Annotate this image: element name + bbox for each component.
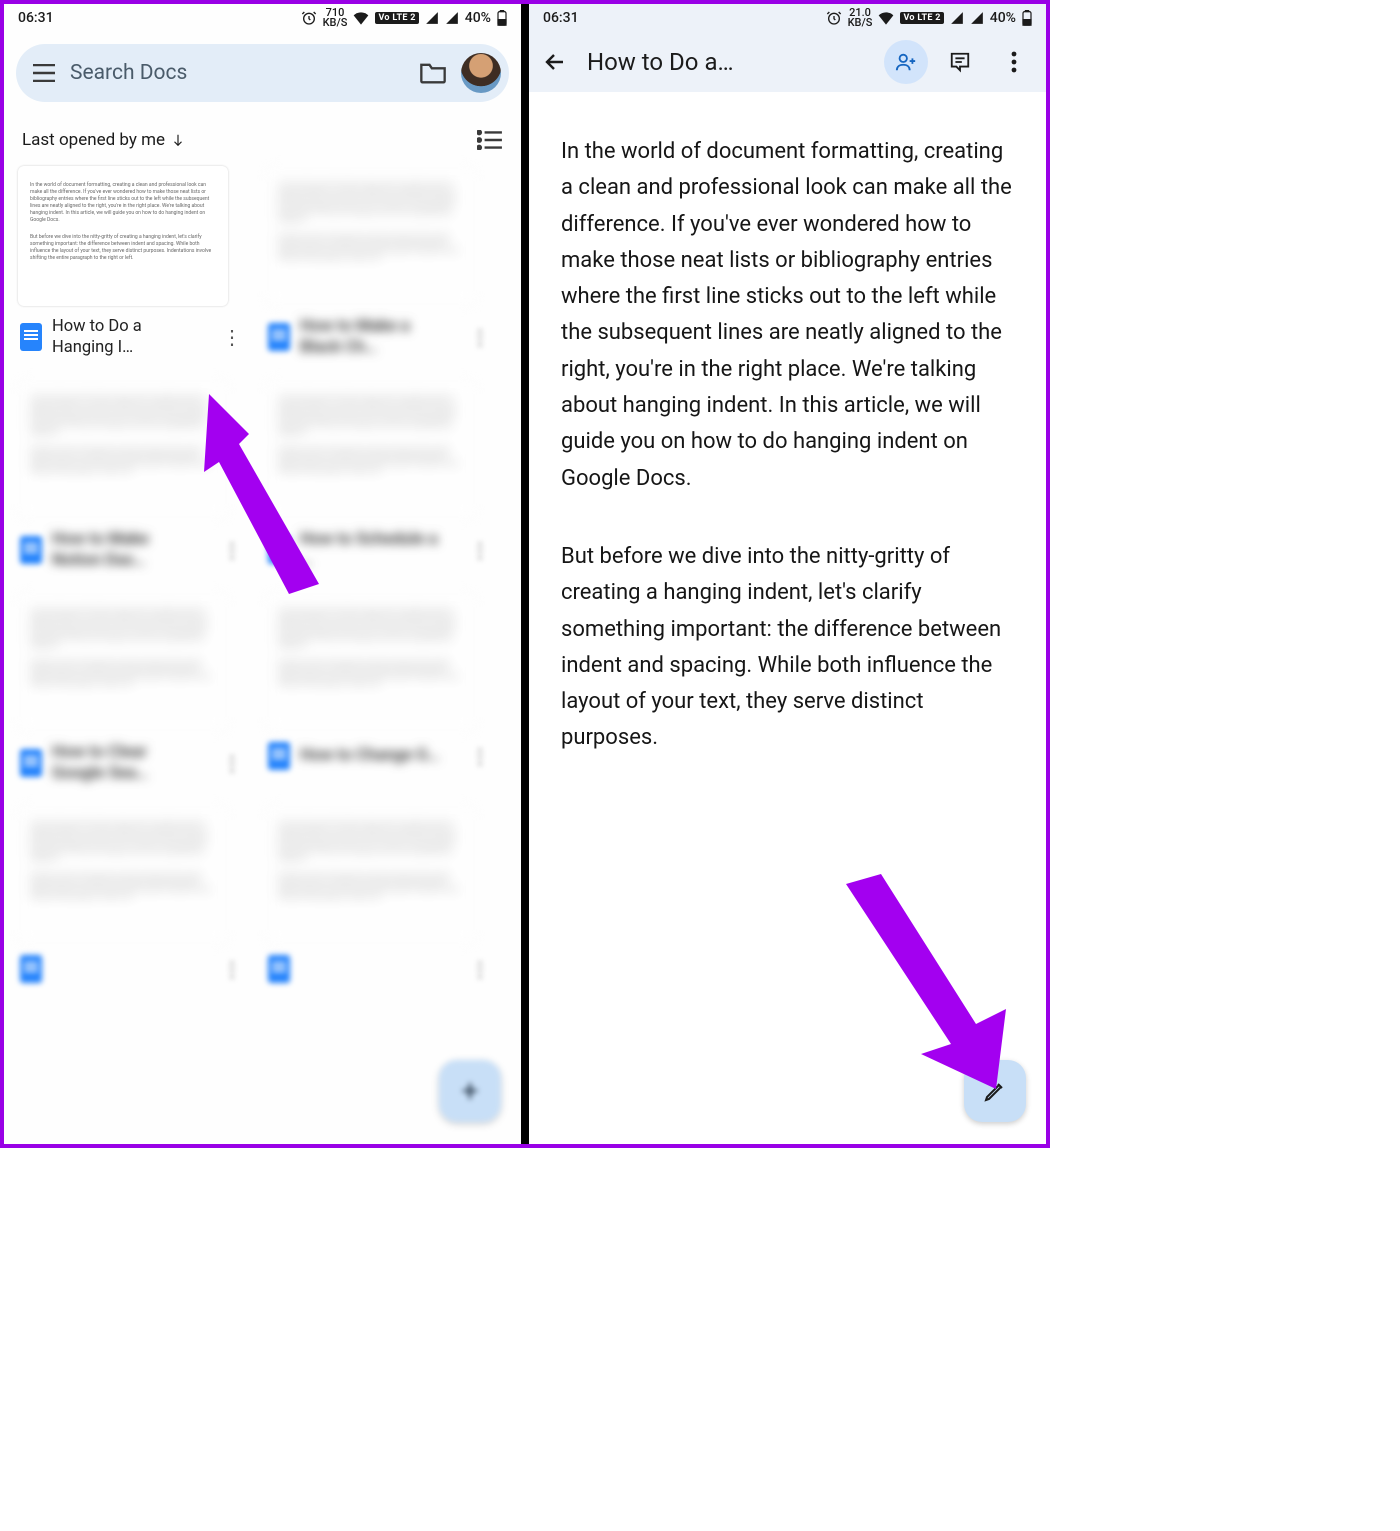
doc-thumbnail: In the world of document formatting, cre… [18,592,228,732]
edit-fab[interactable] [964,1060,1026,1122]
folder-icon[interactable] [419,61,447,85]
doc-item[interactable]: In the world of document formatting, cre… [266,592,496,785]
more-vert-icon [1011,51,1017,73]
doc-meta: How to Do a Hanging I… ⋮ [18,306,248,359]
doc-meta: How to Schedule a … ⋮ [266,519,496,572]
doc-thumbnail: In the world of document formatting, cre… [18,805,228,945]
doc-meta: ⋮ [266,945,496,983]
docs-file-icon [20,749,42,777]
alarm-icon [301,10,317,26]
status-bar: 06:31 710KB/S Vo LTE 2 40% [4,4,521,32]
back-icon[interactable] [543,50,567,74]
net-speed: 710KB/S [323,8,348,28]
paragraph-2: But before we dive into the nitty-gritty… [561,539,1016,757]
comments-button[interactable] [938,40,982,84]
doc-thumbnail: In the world of document formatting, cre… [266,805,476,945]
doc-item-title: How to Make a Black Ch… [300,316,450,359]
paragraph-1: In the world of document formatting, cre… [561,134,1016,497]
docs-file-icon [20,536,42,564]
doc-body[interactable]: In the world of document formatting, cre… [529,92,1046,757]
doc-meta: How to Make a Black Ch… ⋮ [266,306,496,359]
status-time: 06:31 [18,10,54,26]
doc-item[interactable]: In the world of document formatting, cre… [266,166,496,359]
docs-file-icon [268,536,290,564]
battery-pct: 40% [990,10,1016,26]
doc-item[interactable]: In the world of document formatting, cre… [18,805,248,983]
doc-meta: How to Change G… ⋮ [266,732,496,770]
plus-icon: + [461,1074,478,1109]
comment-icon [949,51,971,73]
signal-icon-2 [970,11,984,25]
signal-icon [425,11,439,25]
arrow-down-icon [171,133,185,147]
status-bar: 06:31 21.0KB/S Vo LTE 2 40% [529,4,1046,32]
doc-header: How to Do a… [529,32,1046,92]
search-bar[interactable]: Search Docs [16,44,509,102]
share-button[interactable] [884,40,928,84]
doc-meta: ⋮ [18,945,248,983]
doc-item-title: How to Make Notion Das… [52,529,202,572]
sort-button[interactable]: Last opened by me [22,130,185,150]
pencil-icon [983,1079,1007,1103]
doc-item-more-icon[interactable]: ⋮ [218,538,246,562]
doc-grid: In the world of document formatting, cre… [4,156,521,993]
new-doc-fab[interactable]: + [439,1060,501,1122]
search-placeholder: Search Docs [70,61,405,85]
doc-meta: How to Clear Google Sea… ⋮ [18,732,248,785]
docs-file-icon [268,323,290,351]
lte-badge: Vo LTE 2 [375,12,418,24]
docs-file-icon [268,955,290,983]
docs-file-icon [20,955,42,983]
list-view-icon[interactable] [477,130,503,150]
doc-title[interactable]: How to Do a… [587,48,874,76]
doc-editor-screen: 06:31 21.0KB/S Vo LTE 2 40% How to Do a… [529,4,1046,1144]
doc-item-more-icon[interactable]: ⋮ [466,957,494,981]
docs-list-screen: 06:31 710KB/S Vo LTE 2 40% Search Docs [4,4,521,1144]
battery-icon [497,10,507,26]
doc-meta: How to Make Notion Das… ⋮ [18,519,248,572]
doc-item-title: How to Schedule a … [300,529,450,572]
lte-badge: Vo LTE 2 [900,12,943,24]
doc-item[interactable]: In the world of document formatting, cre… [266,805,496,983]
doc-item-more-icon[interactable]: ⋮ [466,744,494,768]
doc-item-more-icon[interactable]: ⋮ [466,538,494,562]
doc-thumbnail: In the world of document formatting, cre… [266,379,476,519]
screen-divider [521,4,529,1144]
signal-icon [950,11,964,25]
doc-item-title: How to Clear Google Sea… [52,742,202,785]
status-time: 06:31 [543,10,579,26]
alarm-icon [826,10,842,26]
signal-icon-2 [445,11,459,25]
more-button[interactable] [992,40,1036,84]
doc-item[interactable]: In the world of document formatting, cre… [18,379,248,572]
wifi-icon [878,11,894,25]
battery-pct: 40% [465,10,491,26]
wifi-icon [353,11,369,25]
doc-item-more-icon[interactable]: ⋮ [466,325,494,349]
battery-icon [1022,10,1032,26]
doc-item[interactable]: In the world of document formatting, cre… [18,166,248,359]
net-speed: 21.0KB/S [848,8,873,28]
person-add-icon [895,51,917,73]
docs-file-icon [20,323,42,351]
doc-thumbnail: In the world of document formatting, cre… [18,379,228,519]
docs-file-icon [268,742,290,770]
doc-item-title: How to Change G… [300,745,440,766]
doc-thumbnail: In the world of document formatting, cre… [18,166,228,306]
avatar[interactable] [461,53,501,93]
doc-thumbnail: In the world of document formatting, cre… [266,166,476,306]
doc-item-title: How to Do a Hanging I… [52,316,202,359]
doc-item-more-icon[interactable]: ⋮ [218,751,246,775]
sort-label: Last opened by me [22,130,165,150]
doc-thumbnail: In the world of document formatting, cre… [266,592,476,732]
doc-item-more-icon[interactable]: ⋮ [218,957,246,981]
doc-item[interactable]: In the world of document formatting, cre… [266,379,496,572]
doc-item-more-icon[interactable]: ⋮ [218,325,246,349]
hamburger-icon[interactable] [32,64,56,82]
doc-item[interactable]: In the world of document formatting, cre… [18,592,248,785]
